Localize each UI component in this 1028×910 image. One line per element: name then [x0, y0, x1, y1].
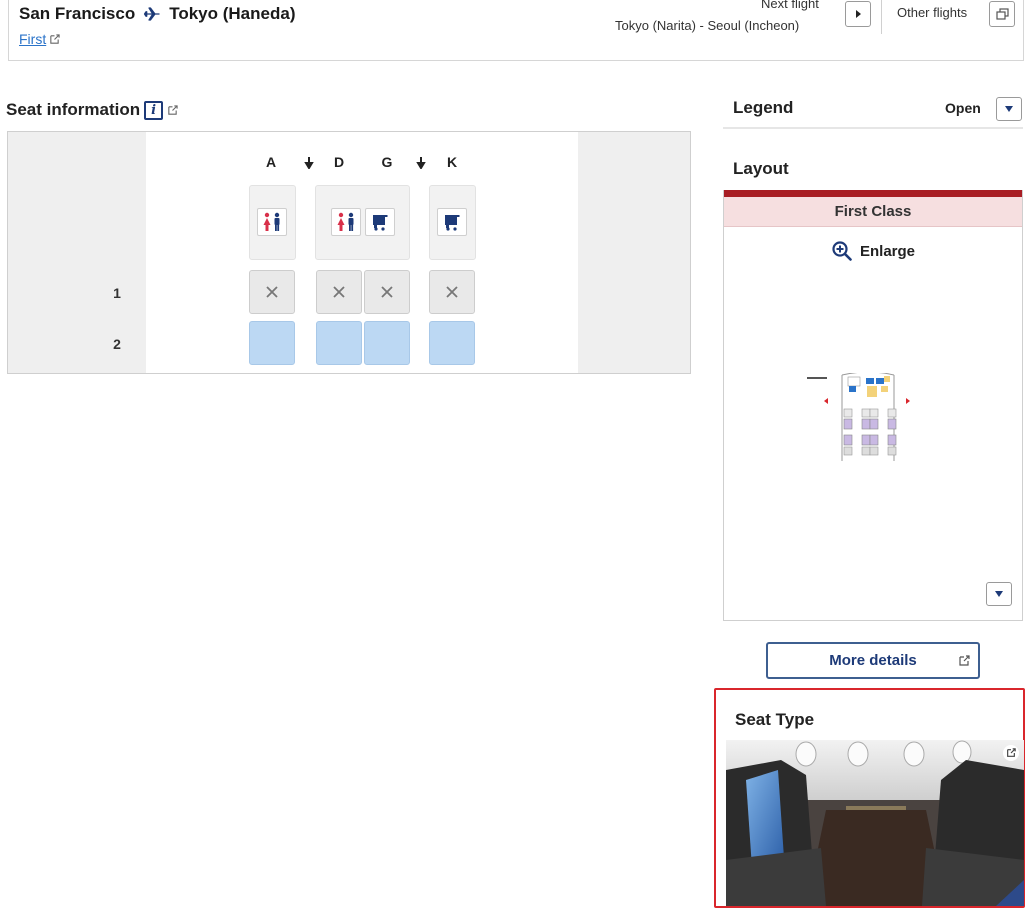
- external-link-icon: [50, 33, 60, 44]
- first-class-suite-image: [726, 740, 1024, 906]
- legend-toggle-button[interactable]: [996, 97, 1022, 121]
- seat-2a[interactable]: [249, 321, 295, 365]
- next-flight-label: Next flight: [761, 0, 819, 11]
- other-flights-label: Other flights: [897, 5, 968, 20]
- galley-area-right: [429, 185, 476, 260]
- cabin-layout-thumbnail[interactable]: [804, 373, 920, 465]
- seat-1g[interactable]: [364, 270, 410, 314]
- chevron-down-icon: [1005, 106, 1013, 112]
- row-number-2: 2: [113, 336, 121, 352]
- other-flights-button[interactable]: [989, 1, 1015, 27]
- seat-2d[interactable]: [316, 321, 362, 365]
- more-details-label: More details: [829, 652, 917, 669]
- lavatory-area-left: [249, 185, 296, 260]
- legend-toggle-label[interactable]: Open: [945, 100, 981, 116]
- info-icon[interactable]: i: [144, 100, 164, 120]
- legend-title: Legend: [733, 98, 794, 117]
- external-link-icon: [959, 655, 970, 666]
- unavailable-x-icon: [266, 286, 278, 298]
- layout-expand-button[interactable]: [986, 582, 1012, 606]
- seat-1a[interactable]: [249, 270, 295, 314]
- galley-icon[interactable]: [365, 208, 395, 236]
- unavailable-x-icon: [333, 286, 345, 298]
- layout-title: Layout: [733, 159, 789, 178]
- aisle-arrow-icon: [304, 157, 314, 169]
- seat-map: A D G K 1 2: [7, 131, 691, 374]
- flight-header: San Francisco Tokyo (Haneda) First Next …: [8, 0, 1024, 61]
- seat-information-title: Seat information: [6, 100, 141, 119]
- seat-2g[interactable]: [364, 321, 410, 365]
- unavailable-x-icon: [381, 286, 393, 298]
- column-label-d: D: [333, 154, 345, 170]
- column-label-a: A: [265, 154, 277, 170]
- unavailable-x-icon: [446, 286, 458, 298]
- seat-1k[interactable]: [429, 270, 475, 314]
- layout-panel: First Class Enlarge: [723, 190, 1023, 621]
- cabin-class-link[interactable]: First: [19, 31, 60, 47]
- play-arrow-icon: [856, 10, 861, 18]
- cabin-class-band: First Class: [724, 197, 1022, 227]
- destination-city: Tokyo (Haneda): [169, 4, 296, 23]
- enlarge-button[interactable]: Enlarge: [832, 241, 915, 261]
- column-label-g: G: [381, 154, 393, 170]
- seat-type-title: Seat Type: [735, 710, 815, 729]
- airplane-icon: [144, 7, 160, 21]
- external-link-icon: [1007, 748, 1016, 757]
- enlarge-label: Enlarge: [860, 242, 916, 260]
- legend-panel-header: Legend Open: [723, 92, 1023, 129]
- column-label-k: K: [446, 154, 458, 170]
- header-divider: [881, 0, 882, 34]
- row-number-1: 1: [113, 285, 121, 301]
- facility-area-center: [315, 185, 410, 260]
- lavatory-icon[interactable]: [331, 208, 361, 236]
- route-title: San Francisco Tokyo (Haneda): [19, 4, 295, 24]
- seat-2k[interactable]: [429, 321, 475, 365]
- lavatory-icon[interactable]: [257, 208, 287, 236]
- seat-information-heading: Seat information i: [6, 100, 178, 120]
- external-link-icon: [168, 104, 178, 115]
- aisle-arrow-icon: [416, 157, 426, 169]
- seat-type-panel: Seat Type: [714, 688, 1025, 908]
- seat-type-photo[interactable]: [726, 740, 1024, 906]
- origin-city: San Francisco: [19, 4, 136, 23]
- cabin-class-label: First: [19, 31, 47, 47]
- layout-accent-bar: [724, 190, 1022, 197]
- photo-external-link-button[interactable]: [1003, 745, 1019, 761]
- windows-icon: [995, 7, 1009, 20]
- seat-map-cabin: A D G K: [146, 132, 578, 373]
- next-flight-button[interactable]: [845, 1, 871, 27]
- more-details-button[interactable]: More details: [766, 642, 980, 679]
- next-flight-route: Tokyo (Narita) - Seoul (Incheon): [615, 18, 800, 33]
- galley-icon[interactable]: [437, 208, 467, 236]
- zoom-in-icon: [832, 241, 852, 261]
- chevron-down-icon: [995, 591, 1003, 597]
- seat-1d[interactable]: [316, 270, 362, 314]
